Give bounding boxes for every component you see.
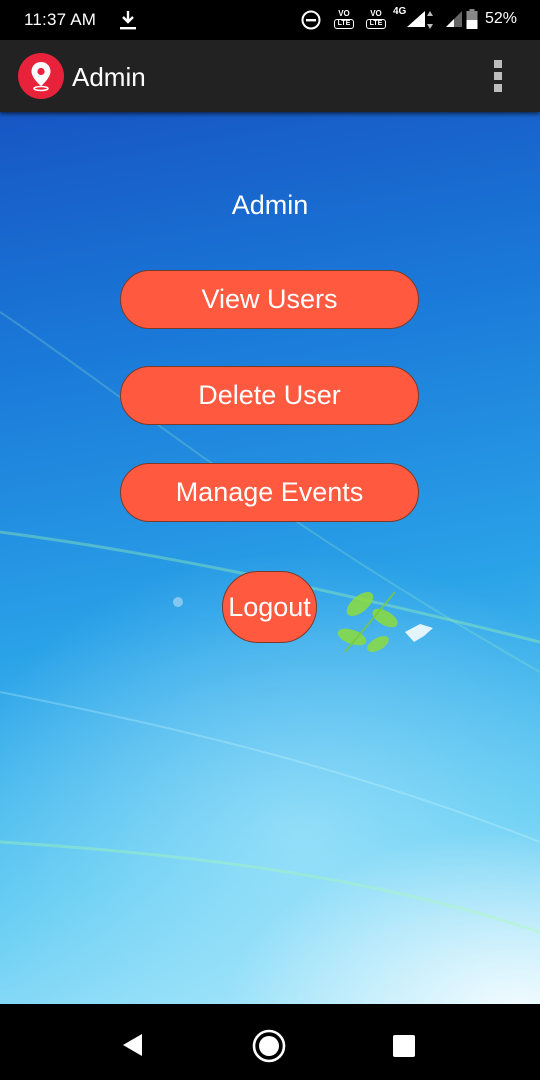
recents-icon[interactable] (393, 1035, 415, 1057)
lte-label: LTE (366, 19, 386, 29)
battery-percent: 52% (485, 10, 518, 27)
volte-label: VO (338, 9, 350, 18)
volte-icon: VO LTE (332, 9, 356, 31)
battery-icon (466, 9, 478, 29)
bird-decoration (405, 624, 433, 642)
home-icon[interactable] (252, 1029, 286, 1063)
page-heading: Admin (231, 190, 309, 220)
data-activity-icon (427, 11, 433, 29)
back-icon[interactable] (120, 1032, 144, 1058)
lte-label: LTE (334, 19, 354, 29)
app-title: Admin (72, 62, 146, 92)
view-users-button[interactable]: View Users (120, 270, 419, 329)
app-bar: Admin (0, 40, 540, 112)
signal-icon (407, 11, 425, 27)
overflow-menu-icon[interactable] (486, 56, 510, 96)
manage-events-button[interactable]: Manage Events (120, 463, 419, 522)
volte-icon: VO LTE (364, 9, 388, 31)
status-time: 11:37 AM (24, 10, 97, 29)
delete-user-button[interactable]: Delete User (120, 366, 419, 425)
status-bar: 11:37 AM VO LTE VO LTE 4G 52% (0, 0, 540, 40)
volte-label: VO (370, 9, 382, 18)
system-nav-bar (0, 1004, 540, 1080)
logout-button[interactable]: Logout (222, 571, 317, 643)
leaf-decoration (337, 591, 398, 653)
app-logo (18, 53, 64, 99)
main-content: Admin View Users Delete User Manage Even… (0, 112, 540, 1004)
location-pin-icon (31, 62, 51, 92)
do-not-disturb-icon (301, 10, 321, 30)
background-wallpaper (0, 311, 540, 934)
download-icon (120, 11, 136, 30)
signal-icon (446, 11, 462, 27)
